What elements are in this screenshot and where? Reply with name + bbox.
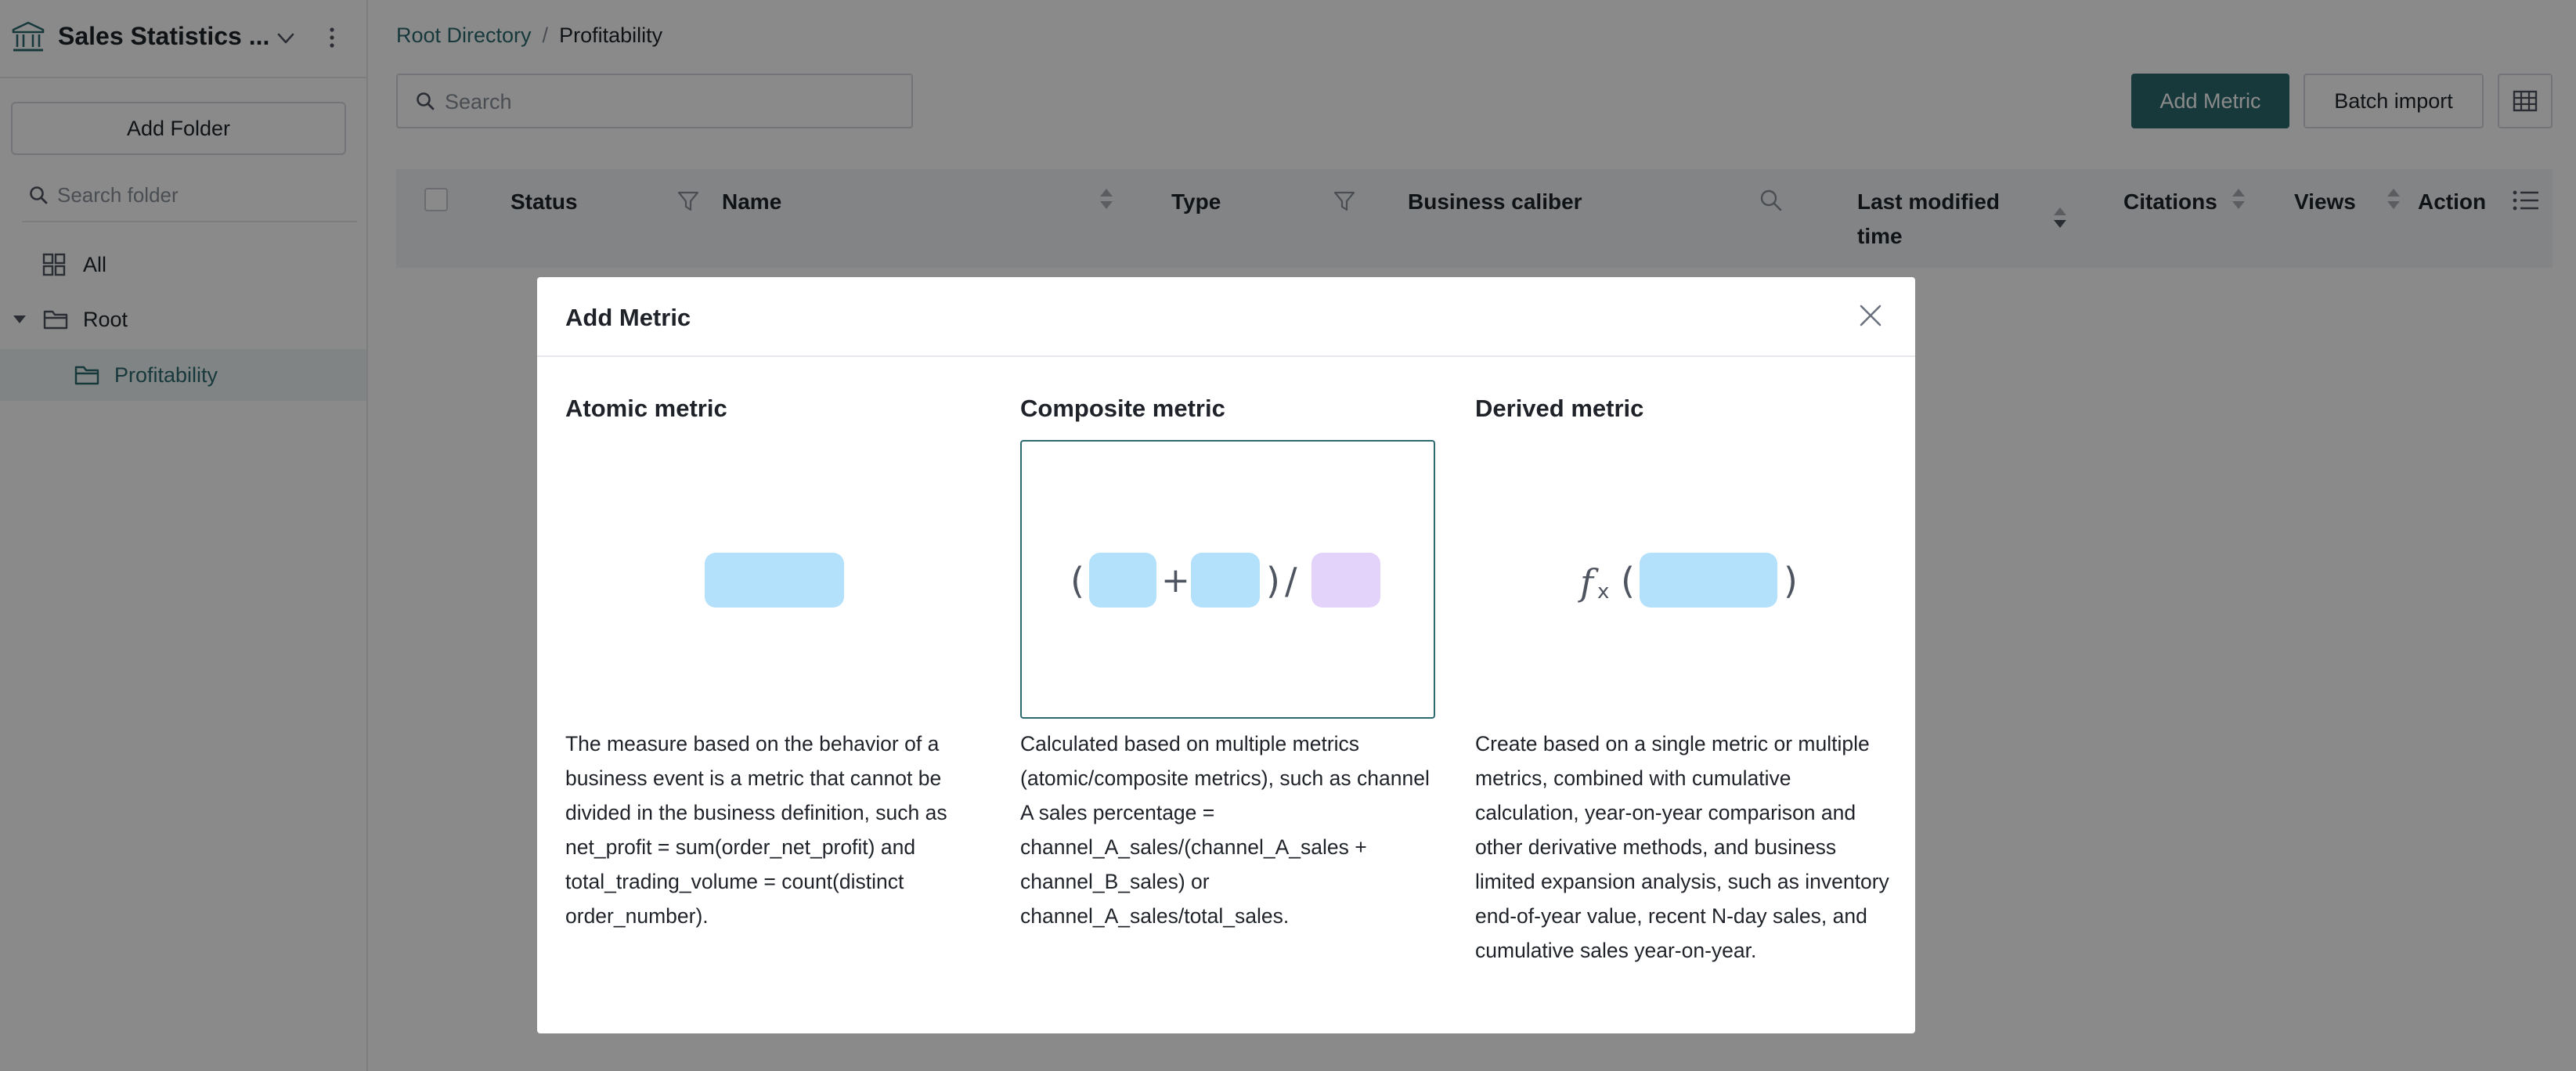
composite-diagram: ( + ) /	[1070, 553, 1380, 608]
add-metric-dialog: Add Metric Atomic metric The measure bas…	[537, 277, 1915, 1033]
option-description: Calculated based on multiple metrics (at…	[1020, 732, 1430, 928]
svg-text:+: +	[1161, 561, 1190, 600]
derived-metric-illustration[interactable]: f x ( )	[1475, 440, 1890, 719]
svg-text:): )	[1266, 560, 1280, 602]
function-icon: f x	[1578, 561, 1609, 604]
svg-text:(: (	[1070, 560, 1084, 602]
option-title: Composite metric	[1020, 395, 1225, 422]
option-title: Atomic metric	[565, 395, 727, 422]
option-description: The measure based on the behavior of a b…	[565, 732, 947, 928]
option-atomic-metric[interactable]: Atomic metric The measure based on the b…	[565, 357, 980, 1030]
svg-text:x: x	[1597, 580, 1609, 604]
option-derived-metric[interactable]: Derived metric f x ( ) Create based on a…	[1475, 357, 1890, 1030]
svg-text:f: f	[1578, 561, 1599, 604]
svg-text:): )	[1784, 560, 1798, 602]
close-icon[interactable]	[1857, 302, 1884, 329]
option-title: Derived metric	[1475, 395, 1644, 422]
dialog-title: Add Metric	[565, 304, 691, 331]
dialog-header: Add Metric	[537, 277, 1915, 357]
option-composite-metric[interactable]: Composite metric ( + ) / Calculated base…	[1020, 357, 1435, 1030]
svg-text:(: (	[1621, 560, 1635, 602]
svg-text:/: /	[1285, 560, 1297, 602]
derived-diagram: f x ( )	[1578, 553, 1798, 608]
composite-metric-illustration[interactable]: ( + ) /	[1020, 440, 1435, 719]
atomic-metric-illustration[interactable]	[565, 440, 980, 719]
atomic-diagram	[705, 553, 844, 608]
option-description: Create based on a single metric or multi…	[1475, 732, 1889, 962]
